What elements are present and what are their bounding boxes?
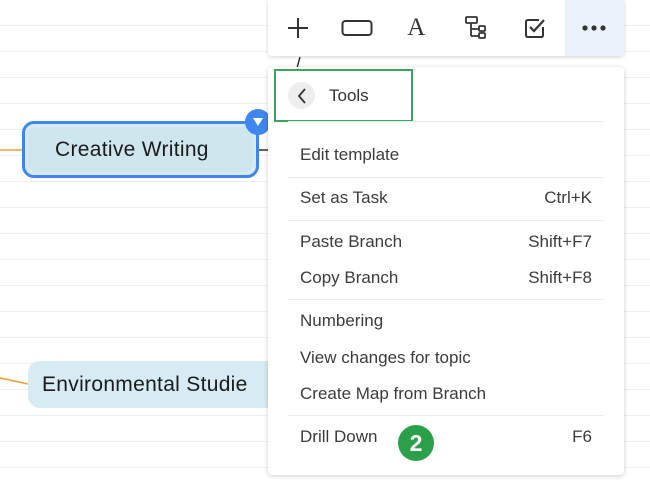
step-badge: 2 (398, 425, 434, 461)
topic-shape-icon (341, 20, 373, 36)
text-style-button[interactable]: A (387, 0, 446, 56)
menu-item-edit-template[interactable]: Edit template (300, 138, 592, 172)
branch-line-environmental (0, 377, 29, 385)
menu-item-create-map-from-branch[interactable]: Create Map from Branch (300, 377, 592, 411)
menu-item-numbering[interactable]: Numbering (300, 304, 592, 338)
menu-item-copy-branch[interactable]: Copy Branch Shift+F8 (300, 261, 592, 295)
topic-creative-writing[interactable]: Creative Writing (22, 121, 259, 178)
floating-toolbar: A (268, 0, 624, 56)
menu-item-shortcut: F6 (572, 427, 592, 446)
back-button[interactable] (288, 82, 315, 109)
menu-separator (288, 415, 604, 416)
menu-separator (288, 177, 604, 178)
topic-label: Creative Writing (55, 137, 209, 161)
plus-icon (287, 18, 308, 38)
menu-item-set-as-task[interactable]: Set as Task Ctrl+K (300, 181, 592, 215)
topic-environmental-studies[interactable]: Environmental Studie (28, 361, 278, 408)
task-button[interactable] (505, 0, 564, 56)
menu-item-label: Numbering (300, 311, 384, 330)
add-topic-button[interactable] (268, 0, 327, 56)
menu-item-shortcut: Shift+F7 (528, 232, 592, 251)
menu-item-label: Set as Task (300, 188, 388, 207)
menu-item-label: Drill Down (300, 427, 378, 446)
menu-item-label: Create Map from Branch (300, 384, 487, 403)
menu-item-label: View changes for topic (300, 348, 471, 367)
menu-separator (288, 299, 604, 300)
menu-item-label: Paste Branch (300, 232, 403, 251)
menu-item-paste-branch[interactable]: Paste Branch Shift+F7 (300, 225, 592, 259)
menu-separator (288, 121, 604, 122)
structure-icon (464, 16, 486, 39)
menu-item-view-changes[interactable]: View changes for topic (300, 341, 592, 375)
task-checkbox-icon (524, 19, 545, 38)
chevron-left-icon (297, 87, 306, 104)
menu-item-label: Edit template (300, 145, 400, 164)
structure-button[interactable] (446, 0, 505, 56)
topic-shape-button[interactable] (327, 0, 386, 56)
more-icon (582, 25, 606, 31)
tools-menu-header[interactable]: Tools (274, 69, 413, 122)
menu-item-drill-down[interactable]: Drill Down F6 (300, 420, 592, 454)
menu-title: Tools (329, 85, 369, 105)
text-style-icon: A (407, 14, 426, 41)
menu-separator (288, 220, 604, 221)
more-button[interactable] (564, 0, 624, 56)
menu-item-shortcut: Shift+F8 (528, 268, 592, 287)
menu-item-shortcut: Ctrl+K (544, 188, 592, 207)
topic-label: Environmental Studie (42, 372, 248, 396)
menu-item-label: Copy Branch (300, 268, 399, 287)
tools-menu: Tools Edit template Set as Task Ctrl+K P… (268, 67, 624, 475)
